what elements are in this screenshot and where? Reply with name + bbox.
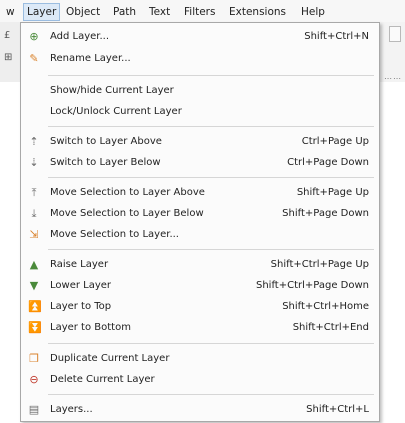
menu-item-label: Switch to Layer Above xyxy=(50,136,162,147)
duplicate-layer-icon: ❐ xyxy=(29,352,39,365)
menu-item-label: Move Selection to Layer Above xyxy=(50,187,205,198)
menu-item-delete-layer[interactable]: ⊖ Delete Current Layer xyxy=(21,370,379,390)
menu-item-label: Switch to Layer Below xyxy=(50,157,161,168)
menu-item-layer-to-bottom[interactable]: ⏬ Layer to Bottom Shift+Ctrl+End xyxy=(21,318,379,338)
menu-item-switch-layer-below[interactable]: ⇣ Switch to Layer Below Ctrl+Page Down xyxy=(21,153,379,173)
menu-item-switch-layer-above[interactable]: ⇡ Switch to Layer Above Ctrl+Page Up xyxy=(21,132,379,152)
menu-item-move-selection-above[interactable]: ⤒ Move Selection to Layer Above Shift+Pa… xyxy=(21,183,379,203)
menu-item-move-selection-below[interactable]: ⤓ Move Selection to Layer Below Shift+Pa… xyxy=(21,204,379,224)
menu-item-label: Move Selection to Layer Below xyxy=(50,208,204,219)
menu-item-lock-unlock-layer[interactable]: Lock/Unlock Current Layer xyxy=(21,102,379,122)
toolbar-fragment-icon: £ xyxy=(4,30,11,41)
menu-item-label: Lock/Unlock Current Layer xyxy=(50,106,182,117)
menu-item-add-layer[interactable]: ⊕ Add Layer... Shift+Ctrl+N xyxy=(21,27,379,47)
menu-item-shortcut: Shift+Ctrl+Home xyxy=(282,301,369,312)
menu-item-label: Duplicate Current Layer xyxy=(50,353,170,364)
menu-extensions[interactable]: Extensions xyxy=(229,6,286,18)
menu-separator xyxy=(48,75,374,76)
move-selection-below-icon: ⤓ xyxy=(31,207,37,220)
menu-separator xyxy=(48,126,374,127)
layer-menu-dropdown: ⊕ Add Layer... Shift+Ctrl+N ✎ Rename Lay… xyxy=(20,22,380,422)
menu-item-rename-layer[interactable]: ✎ Rename Layer... xyxy=(21,49,379,69)
menu-separator xyxy=(48,394,374,395)
spin-button[interactable] xyxy=(389,26,401,42)
menu-object[interactable]: Object xyxy=(66,6,100,18)
switch-layer-above-icon: ⇡ xyxy=(29,135,39,148)
menu-item-label: Delete Current Layer xyxy=(50,374,155,385)
menu-item-raise-layer[interactable]: ▲ Raise Layer Shift+Ctrl+Page Up xyxy=(21,255,379,275)
menu-item-shortcut: Shift+Ctrl+Page Up xyxy=(270,259,369,270)
menu-separator xyxy=(48,343,374,344)
layers-dialog-icon: ▤ xyxy=(28,403,40,416)
layer-to-top-icon: ⏫ xyxy=(28,300,42,313)
menu-item-shortcut: Shift+Ctrl+L xyxy=(306,404,369,415)
menu-filters[interactable]: Filters xyxy=(184,6,215,18)
menu-item-label: Rename Layer... xyxy=(50,53,131,64)
menu-item-shortcut: Shift+Ctrl+End xyxy=(292,322,369,333)
menu-view-partial[interactable]: w xyxy=(6,6,15,18)
menu-item-show-hide-layer[interactable]: Show/hide Current Layer xyxy=(21,81,379,101)
menu-item-shortcut: Ctrl+Page Up xyxy=(301,136,369,147)
menu-text[interactable]: Text xyxy=(149,6,170,18)
ruler-fragment-icon: ⊞ xyxy=(4,52,13,63)
menu-item-shortcut: Shift+Page Up xyxy=(296,187,369,198)
menu-separator xyxy=(48,177,374,178)
menu-item-label: Layer to Top xyxy=(50,301,112,312)
menu-item-label: Layer to Bottom xyxy=(50,322,131,333)
layer-to-bottom-icon: ⏬ xyxy=(28,321,42,334)
menu-item-label: Add Layer... xyxy=(50,31,110,42)
menu-item-lower-layer[interactable]: ▼ Lower Layer Shift+Ctrl+Page Down xyxy=(21,276,379,296)
rename-layer-icon: ✎ xyxy=(29,52,39,65)
menu-bar: w Layer Object Path Text Filters Extensi… xyxy=(0,0,405,22)
move-selection-above-icon: ⤒ xyxy=(31,186,37,199)
menu-item-shortcut: Shift+Page Down xyxy=(282,208,369,219)
menu-path[interactable]: Path xyxy=(113,6,136,18)
menu-separator xyxy=(48,249,374,250)
ruler-dots: ⋯⋯ xyxy=(384,74,402,83)
menu-item-move-selection-to-layer[interactable]: ⇲ Move Selection to Layer... xyxy=(21,225,379,245)
menu-help[interactable]: Help xyxy=(301,6,325,18)
raise-layer-icon: ▲ xyxy=(29,258,39,271)
menu-layer[interactable]: Layer xyxy=(23,3,61,21)
menu-item-shortcut: Shift+Ctrl+N xyxy=(304,31,369,42)
menu-item-duplicate-layer[interactable]: ❐ Duplicate Current Layer xyxy=(21,349,379,369)
menu-item-label: Raise Layer xyxy=(50,259,109,270)
move-selection-to-layer-icon: ⇲ xyxy=(29,228,39,241)
add-layer-icon: ⊕ xyxy=(29,30,39,43)
menu-item-layer-to-top[interactable]: ⏫ Layer to Top Shift+Ctrl+Home xyxy=(21,297,379,317)
menu-item-label: Show/hide Current Layer xyxy=(50,85,174,96)
menu-item-shortcut: Ctrl+Page Down xyxy=(287,157,369,168)
menu-item-shortcut: Shift+Ctrl+Page Down xyxy=(255,280,369,291)
menu-item-label: Lower Layer xyxy=(50,280,112,291)
delete-layer-icon: ⊖ xyxy=(29,373,39,386)
switch-layer-below-icon: ⇣ xyxy=(29,156,39,169)
lower-layer-icon: ▼ xyxy=(29,279,39,292)
menu-item-layers-dialog[interactable]: ▤ Layers... Shift+Ctrl+L xyxy=(21,400,379,420)
menu-item-label: Move Selection to Layer... xyxy=(50,229,179,240)
menu-item-label: Layers... xyxy=(50,404,93,415)
